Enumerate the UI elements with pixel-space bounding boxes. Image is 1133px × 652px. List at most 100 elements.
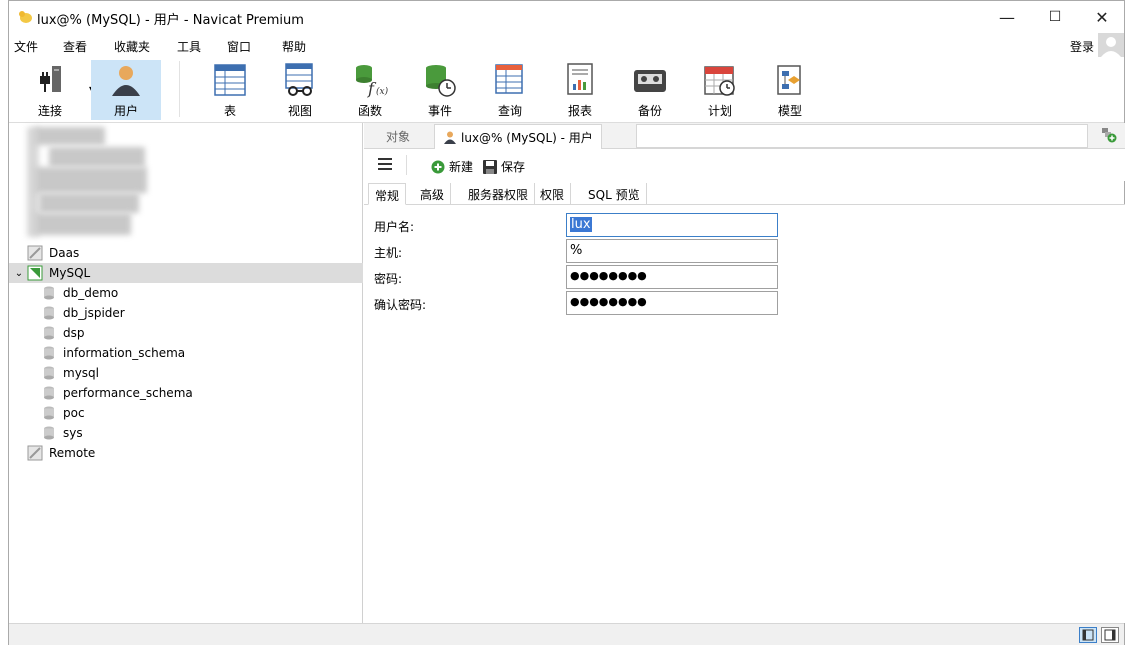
tree-label: mysql <box>63 366 99 380</box>
mysql-connection-icon <box>27 265 43 281</box>
database-icon <box>44 366 54 380</box>
toolbar-user-button[interactable]: 用户 <box>91 60 161 120</box>
tree-label: Remote <box>49 446 96 460</box>
editor-tabs: 常规 高级 服务器权限 权限 SQL 预览 <box>364 181 1125 205</box>
menu-file[interactable]: 文件 <box>14 38 38 55</box>
toolbar-label: 表 <box>223 104 236 118</box>
menu-tools[interactable]: 工具 <box>177 38 201 55</box>
add-icon <box>431 160 445 173</box>
blurred-connection-item <box>39 193 139 213</box>
toolbar-view-button[interactable]: 视图 <box>265 60 335 120</box>
toolbar-model-button[interactable]: 模型 <box>755 60 825 120</box>
tab-server-privileges[interactable]: 服务器权限 <box>462 183 536 205</box>
tree-db-db_demo[interactable]: db_demo <box>9 283 363 303</box>
toolbar-table-button[interactable]: 表 <box>195 60 265 120</box>
add-connection-icon[interactable] <box>1101 127 1117 143</box>
toolbar-label: 查询 <box>497 104 522 118</box>
tree-db-mysql[interactable]: mysql <box>9 363 363 383</box>
function-icon: f (x) <box>356 65 389 98</box>
tab-user-editor[interactable]: lux@% (MySQL) - 用户 <box>434 124 602 149</box>
table-icon <box>214 64 246 96</box>
new-button[interactable]: 新建 <box>430 158 473 175</box>
tree-connection-daas[interactable]: Daas <box>9 243 363 263</box>
event-icon <box>426 65 456 97</box>
toolbar-separator <box>179 61 180 117</box>
username-label: 用户名: <box>374 220 415 234</box>
save-button[interactable]: 保存 <box>482 158 525 175</box>
tree-label: poc <box>63 406 85 420</box>
menu-window[interactable]: 窗口 <box>227 38 251 55</box>
layout-left-panel-toggle[interactable] <box>1079 627 1097 643</box>
tree-connection-mysql[interactable]: ⌄ MySQL <box>9 263 363 283</box>
editor-toolbar: 新建 保存 <box>364 149 1125 181</box>
toolbar-backup-button[interactable]: 备份 <box>615 60 685 120</box>
toolbar-event-button[interactable]: 事件 <box>405 60 475 120</box>
tree-label: performance_schema <box>63 386 193 400</box>
tab-objects[interactable]: 对象 <box>386 124 410 149</box>
tree-db-poc[interactable]: poc <box>9 403 363 423</box>
tree-label: Daas <box>49 246 80 260</box>
navicat-window: lux@% (MySQL) - 用户 - Navicat Premium — ☐… <box>8 0 1125 645</box>
password-field[interactable]: ●●●●●●●● <box>566 265 778 289</box>
tree-label: db_demo <box>63 286 119 300</box>
window-title: lux@% (MySQL) - 用户 - Navicat Premium <box>37 13 304 28</box>
toolbar-query-button[interactable]: 查询 <box>475 60 545 120</box>
chevron-down-icon[interactable]: ⌄ <box>11 268 27 279</box>
main-toolbar: ▾ 连接 用户 表 <box>9 57 1124 123</box>
layout-right-panel-toggle[interactable] <box>1101 627 1119 643</box>
close-button[interactable]: ✕ <box>1079 1 1125 33</box>
user-icon <box>112 66 140 96</box>
blurred-connection-item <box>35 127 105 145</box>
panel-left-icon <box>1082 629 1094 641</box>
status-bar <box>9 623 1124 645</box>
title-bar: lux@% (MySQL) - 用户 - Navicat Premium — ☐… <box>9 1 1124 33</box>
query-icon <box>495 64 523 94</box>
tab-label: lux@% (MySQL) - 用户 <box>461 130 593 145</box>
database-icon <box>44 286 54 300</box>
menu-view[interactable]: 查看 <box>63 38 87 55</box>
menu-favorites[interactable]: 收藏夹 <box>114 38 150 55</box>
database-icon <box>44 426 54 440</box>
tree-connection-remote[interactable]: Remote <box>9 443 363 463</box>
menu-help[interactable]: 帮助 <box>282 38 306 55</box>
maximize-button[interactable]: ☐ <box>1032 1 1078 33</box>
toolbar-report-button[interactable]: 报表 <box>545 60 615 120</box>
host-field[interactable]: % <box>566 239 778 263</box>
model-icon <box>777 65 801 95</box>
new-label: 新建 <box>449 160 474 174</box>
tab-advanced[interactable]: 高级 <box>414 183 452 205</box>
tab-privileges[interactable]: 权限 <box>534 183 572 205</box>
tab-general[interactable]: 常规 <box>368 183 407 205</box>
blurred-connection-item <box>35 167 147 193</box>
username-field[interactable]: lux <box>566 213 778 237</box>
toolbar-function-button[interactable]: f (x) 函数 <box>335 60 405 120</box>
database-icon <box>44 326 54 340</box>
database-icon <box>44 306 54 320</box>
tree-db-sys[interactable]: sys <box>9 423 363 443</box>
tab-sql-preview[interactable]: SQL 预览 <box>582 183 647 205</box>
toolbar-schedule-button[interactable]: 计划 <box>685 60 755 120</box>
database-icon <box>44 386 54 400</box>
toolbar-label: 计划 <box>707 104 732 118</box>
tree-db-information_schema[interactable]: information_schema <box>9 343 363 363</box>
tree-db-db_jspider[interactable]: db_jspider <box>9 303 363 323</box>
user-icon <box>444 131 456 144</box>
connection-node-icon <box>27 445 43 461</box>
toolbar-connection-button[interactable]: ▾ 连接 <box>15 60 93 120</box>
login-link[interactable]: 登录 <box>1070 38 1094 55</box>
tree-db-performance_schema[interactable]: performance_schema <box>9 383 363 403</box>
save-icon <box>483 159 497 174</box>
menu-hamburger-icon[interactable] <box>378 158 392 170</box>
tree-db-dsp[interactable]: dsp <box>9 323 363 343</box>
document-tab-bar: 对象 lux@% (MySQL) - 用户 <box>364 123 1125 149</box>
database-icon <box>44 406 54 420</box>
minimize-button[interactable]: — <box>984 1 1030 33</box>
toolbar-label: 备份 <box>637 104 662 118</box>
tree-label: db_jspider <box>63 306 125 320</box>
blurred-connection-item <box>49 147 145 167</box>
toolbar-label: 用户 <box>113 104 138 118</box>
navigation-tree: Daas ⌄ MySQL db_demo db_jspider dsp info… <box>9 123 363 623</box>
account-avatar-icon[interactable] <box>1098 33 1124 57</box>
confirm-password-field[interactable]: ●●●●●●●● <box>566 291 778 315</box>
database-icon <box>44 346 54 360</box>
